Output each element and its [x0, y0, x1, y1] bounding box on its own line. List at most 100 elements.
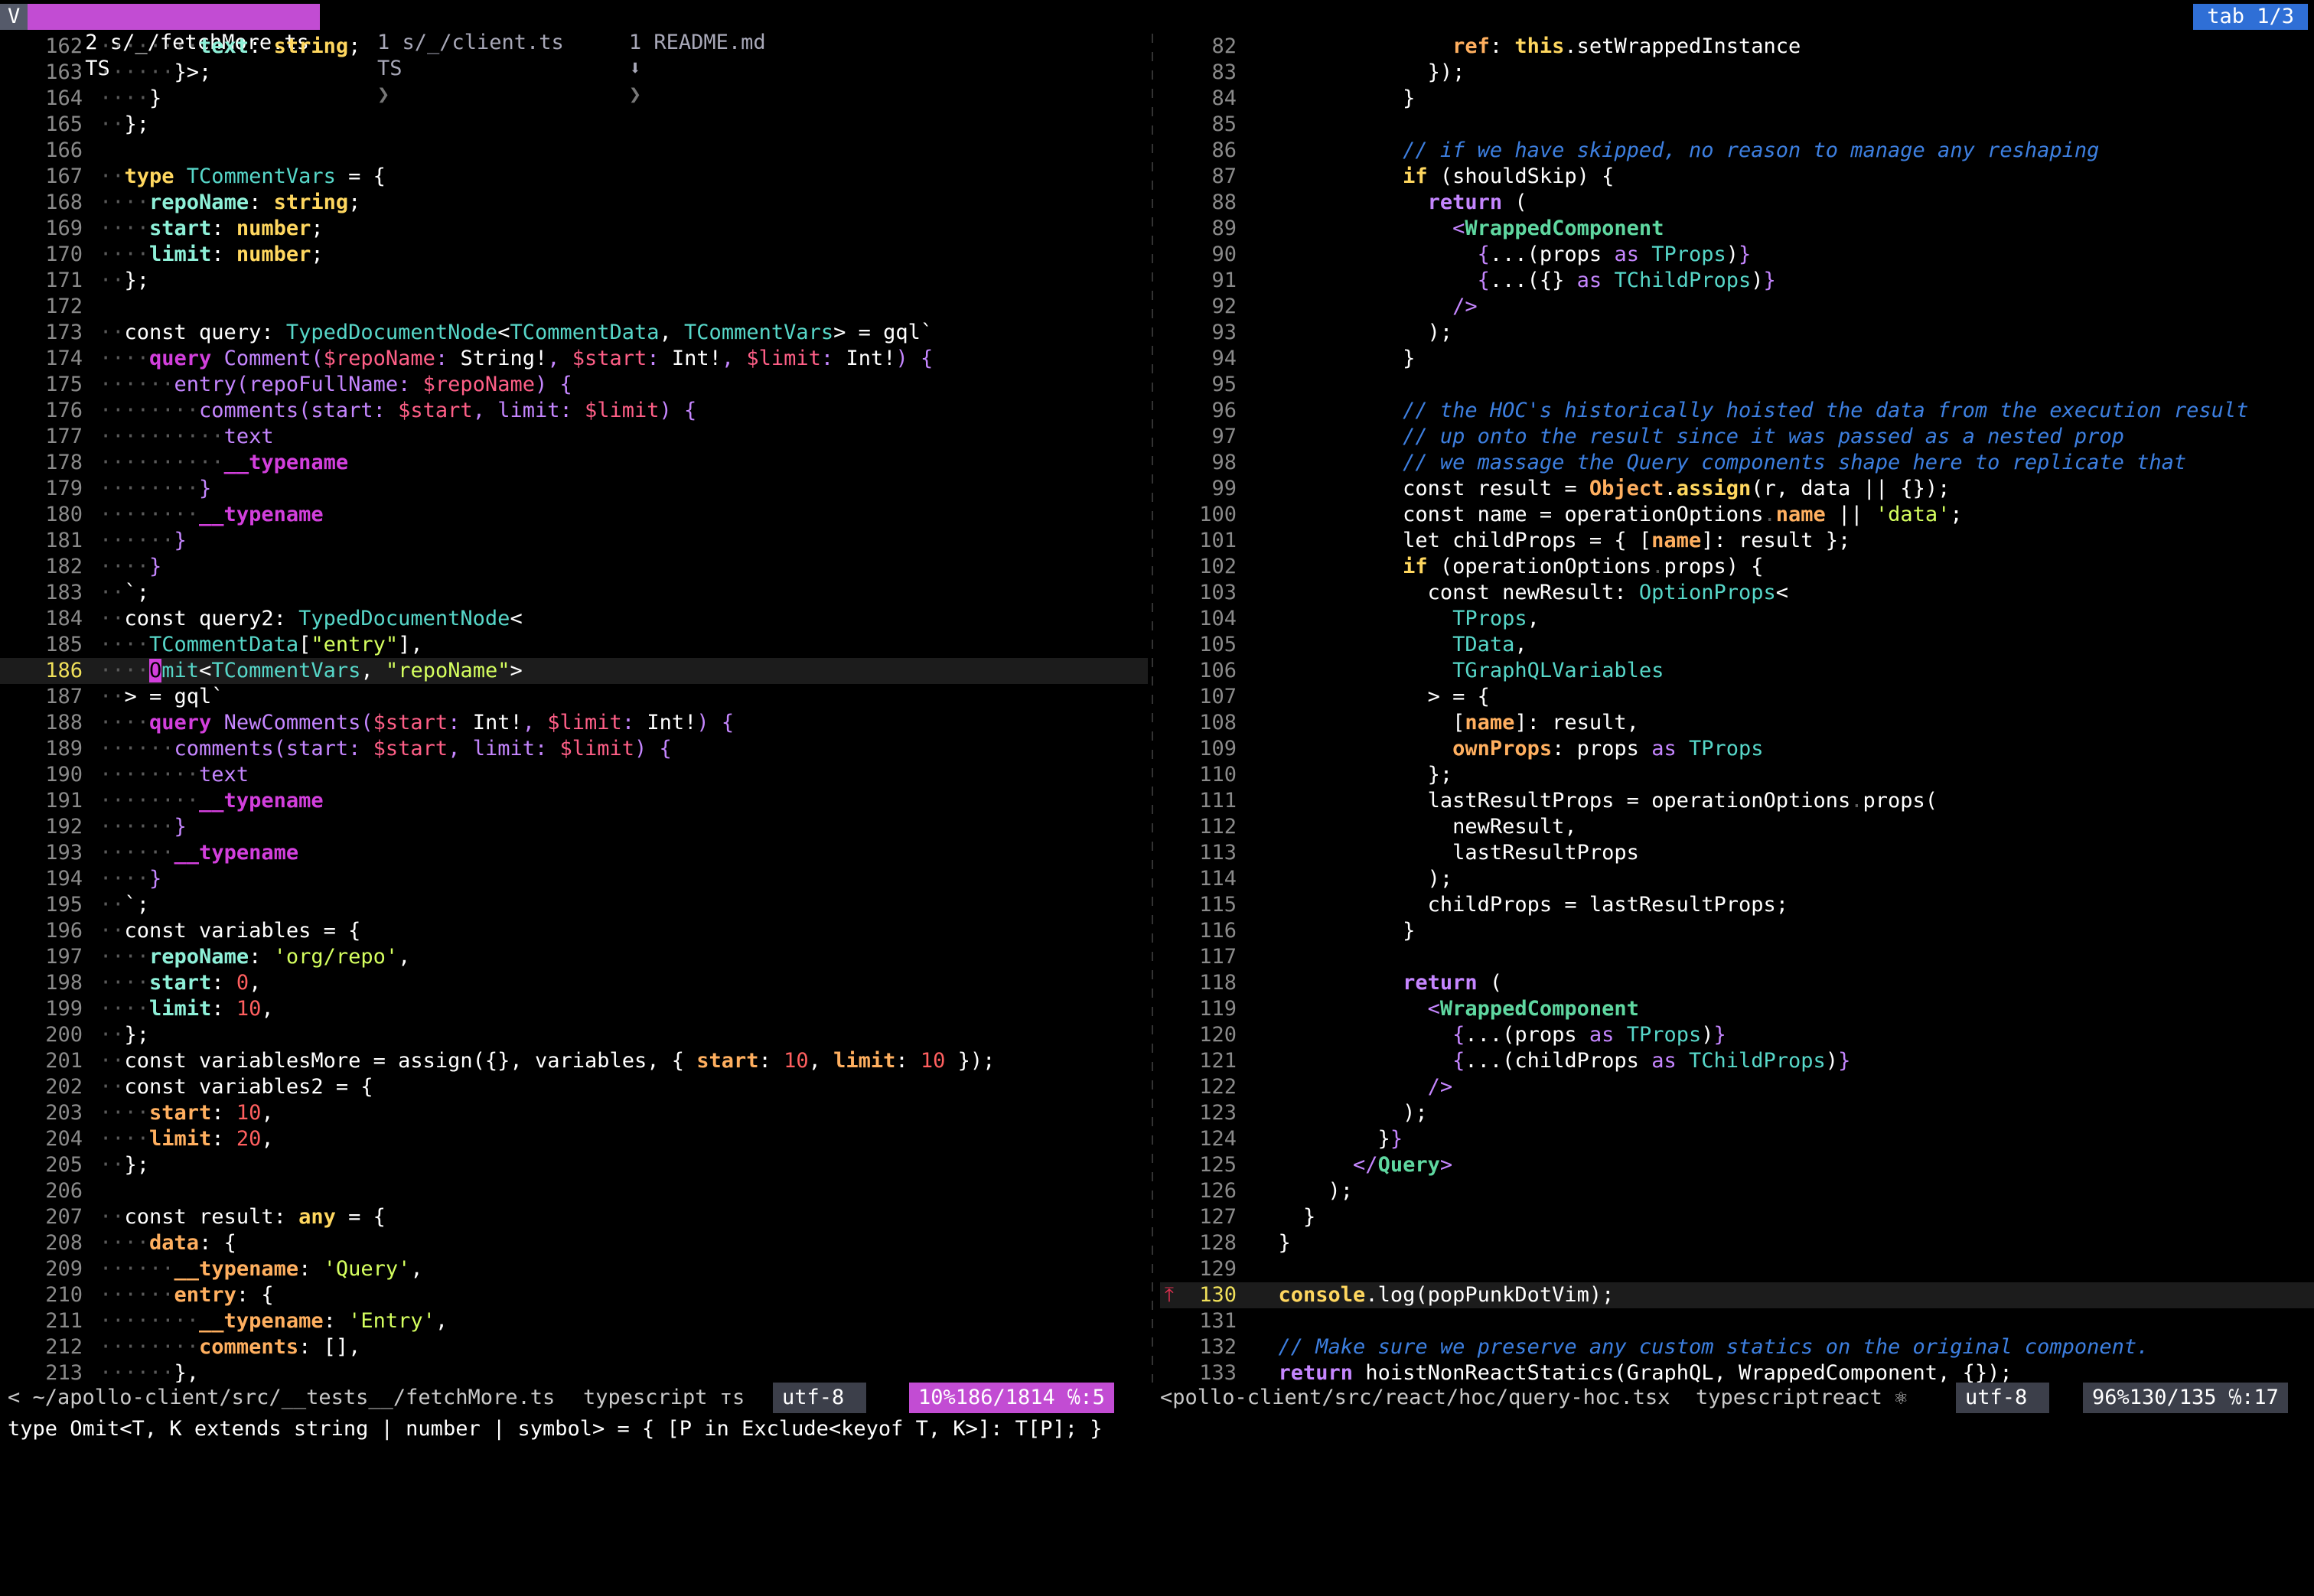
- code-line[interactable]: 122 />: [1160, 1074, 2314, 1100]
- code-line[interactable]: 112 newResult,: [1160, 814, 2314, 840]
- code-line[interactable]: 167 ··type TCommentVars = {: [0, 164, 1148, 190]
- code-line[interactable]: 163 ······}>;: [0, 60, 1148, 86]
- code-line[interactable]: 213 ······},: [0, 1360, 1148, 1383]
- code-line[interactable]: 206: [0, 1178, 1148, 1204]
- code-line[interactable]: 187 ··> = gql`: [0, 684, 1148, 710]
- code-line[interactable]: 191 ········__typename: [0, 788, 1148, 814]
- code-line[interactable]: 195 ··`;: [0, 892, 1148, 918]
- code-line[interactable]: 117: [1160, 944, 2314, 970]
- editor-pane-right[interactable]: 82 ref: this.setWrappedInstance 83 }); 84 …: [1160, 34, 2314, 1383]
- code-line[interactable]: 209 ······__typename: 'Query',: [0, 1256, 1148, 1282]
- code-line[interactable]: 94 }: [1160, 346, 2314, 372]
- code-line[interactable]: 183 ··`;: [0, 580, 1148, 606]
- code-line[interactable]: 203 ····start: 10,: [0, 1100, 1148, 1126]
- code-line[interactable]: 96 // the HOC's historically hoisted the…: [1160, 398, 2314, 424]
- code-line[interactable]: 162 ········text: string;: [0, 34, 1148, 60]
- code-line[interactable]: 90 {...(props as TProps)}: [1160, 242, 2314, 268]
- code-line[interactable]: 89 <WrappedComponent: [1160, 216, 2314, 242]
- code-line[interactable]: 125 </Query>: [1160, 1152, 2314, 1178]
- code-line[interactable]: 176 ········comments(start: $start, limit…: [0, 398, 1148, 424]
- code-line[interactable]: 168 ····repoName: string;: [0, 190, 1148, 216]
- code-line[interactable]: 101 let childProps = { [name]: result };: [1160, 528, 2314, 554]
- code-line[interactable]: 164 ····}: [0, 86, 1148, 112]
- code-line[interactable]: 180 ········__typename: [0, 502, 1148, 528]
- code-line[interactable]: 119 <WrappedComponent: [1160, 996, 2314, 1022]
- tab-fetchmore[interactable]: 2 s/_/fetchMore.ts TS: [28, 4, 320, 80]
- code-line[interactable]: 86 // if we have skipped, no reason to m…: [1160, 138, 2314, 164]
- code-line[interactable]: 87 if (shouldSkip) {: [1160, 164, 2314, 190]
- code-line[interactable]: 182 ····}: [0, 554, 1148, 580]
- code-line[interactable]: 204 ····limit: 20,: [0, 1126, 1148, 1152]
- tab-client[interactable]: 1 s/_/client.ts TS ❯: [320, 4, 572, 106]
- code-line[interactable]: 170 ····limit: number;: [0, 242, 1148, 268]
- code-line[interactable]: 200 ··};: [0, 1022, 1148, 1048]
- code-line[interactable]: 121 {...(childProps as TChildProps)}: [1160, 1048, 2314, 1074]
- code-line[interactable]: 109 ownProps: props as TProps: [1160, 736, 2314, 762]
- code-line[interactable]: 98 // we massage the Query components sh…: [1160, 450, 2314, 476]
- code-line[interactable]: 194 ····}: [0, 866, 1148, 892]
- code-line[interactable]: ⤒ 130 console.log(popPunkDotVim);: [1160, 1282, 2314, 1308]
- code-line[interactable]: 171 ··};: [0, 268, 1148, 294]
- code-line[interactable]: 124 }}: [1160, 1126, 2314, 1152]
- code-line[interactable]: 192 ······}: [0, 814, 1148, 840]
- code-line[interactable]: 165 ··};: [0, 112, 1148, 138]
- code-line[interactable]: 185 ····TCommentData["entry"],: [0, 632, 1148, 658]
- window-separator[interactable]: [1152, 34, 1153, 1383]
- code-line[interactable]: 111 lastResultProps = operationOptions.p…: [1160, 788, 2314, 814]
- code-line[interactable]: 88 return (: [1160, 190, 2314, 216]
- code-line[interactable]: 205 ··};: [0, 1152, 1148, 1178]
- code-line[interactable]: 83 });: [1160, 60, 2314, 86]
- code-line[interactable]: 178 ··········__typename: [0, 450, 1148, 476]
- code-line[interactable]: 189 ······comments(start: $start, limit: …: [0, 736, 1148, 762]
- code-line[interactable]: 85: [1160, 112, 2314, 138]
- code-line[interactable]: 177 ··········text: [0, 424, 1148, 450]
- code-line[interactable]: 186 ····Omit<TCommentVars, "repoName">: [0, 658, 1148, 684]
- code-line[interactable]: 118 return (: [1160, 970, 2314, 996]
- code-line[interactable]: 175 ······entry(repoFullName: $repoName) …: [0, 372, 1148, 398]
- code-line[interactable]: 110 };: [1160, 762, 2314, 788]
- code-line[interactable]: 120 {...(props as TProps)}: [1160, 1022, 2314, 1048]
- code-line[interactable]: 128 }: [1160, 1230, 2314, 1256]
- code-line[interactable]: 193 ······__typename: [0, 840, 1148, 866]
- code-line[interactable]: 190 ········text: [0, 762, 1148, 788]
- code-line[interactable]: 107 > = {: [1160, 684, 2314, 710]
- code-line[interactable]: 116 }: [1160, 918, 2314, 944]
- code-line[interactable]: 173 ··const query: TypedDocumentNode<TCom…: [0, 320, 1148, 346]
- code-line[interactable]: 102 if (operationOptions.props) {: [1160, 554, 2314, 580]
- code-line[interactable]: 127 }: [1160, 1204, 2314, 1230]
- code-line[interactable]: 133 return hoistNonReactStatics(GraphQL,…: [1160, 1360, 2314, 1383]
- code-line[interactable]: 93 );: [1160, 320, 2314, 346]
- code-line[interactable]: 208 ····data: {: [0, 1230, 1148, 1256]
- code-line[interactable]: 99 const result = Object.assign(r, data …: [1160, 476, 2314, 502]
- code-line[interactable]: 199 ····limit: 10,: [0, 996, 1148, 1022]
- code-line[interactable]: 82 ref: this.setWrappedInstance: [1160, 34, 2314, 60]
- code-line[interactable]: 113 lastResultProps: [1160, 840, 2314, 866]
- code-line[interactable]: 104 TProps,: [1160, 606, 2314, 632]
- command-line[interactable]: type Omit<T, K extends string | number |…: [8, 1412, 1102, 1446]
- code-line[interactable]: 84 }: [1160, 86, 2314, 112]
- code-line[interactable]: 211 ········__typename: 'Entry',: [0, 1308, 1148, 1334]
- code-line[interactable]: 114 );: [1160, 866, 2314, 892]
- code-line[interactable]: 207 ··const result: any = {: [0, 1204, 1148, 1230]
- editor-pane-left[interactable]: 162 ········text: string; 163 ······}>; 164 ·…: [0, 34, 1148, 1383]
- code-line[interactable]: 166: [0, 138, 1148, 164]
- code-line[interactable]: 181 ······}: [0, 528, 1148, 554]
- code-line[interactable]: 92 />: [1160, 294, 2314, 320]
- code-line[interactable]: 212 ········comments: [],: [0, 1334, 1148, 1360]
- code-line[interactable]: 123 );: [1160, 1100, 2314, 1126]
- code-line[interactable]: 108 [name]: result,: [1160, 710, 2314, 736]
- code-line[interactable]: 184 ··const query2: TypedDocumentNode<: [0, 606, 1148, 632]
- tab-readme[interactable]: 1 README.md ⬇ ❯: [572, 4, 774, 106]
- code-line[interactable]: 100 const name = operationOptions.name |…: [1160, 502, 2314, 528]
- code-line[interactable]: 115 childProps = lastResultProps;: [1160, 892, 2314, 918]
- code-line[interactable]: 105 TData,: [1160, 632, 2314, 658]
- code-line[interactable]: 103 const newResult: OptionProps<: [1160, 580, 2314, 606]
- code-line[interactable]: 202 ··const variables2 = {: [0, 1074, 1148, 1100]
- code-line[interactable]: 126 );: [1160, 1178, 2314, 1204]
- code-line[interactable]: 95: [1160, 372, 2314, 398]
- code-line[interactable]: 188 ····query NewComments($start: Int!, $…: [0, 710, 1148, 736]
- code-line[interactable]: 172: [0, 294, 1148, 320]
- code-line[interactable]: 106 TGraphQLVariables: [1160, 658, 2314, 684]
- code-line[interactable]: 129: [1160, 1256, 2314, 1282]
- code-line[interactable]: 91 {...({} as TChildProps)}: [1160, 268, 2314, 294]
